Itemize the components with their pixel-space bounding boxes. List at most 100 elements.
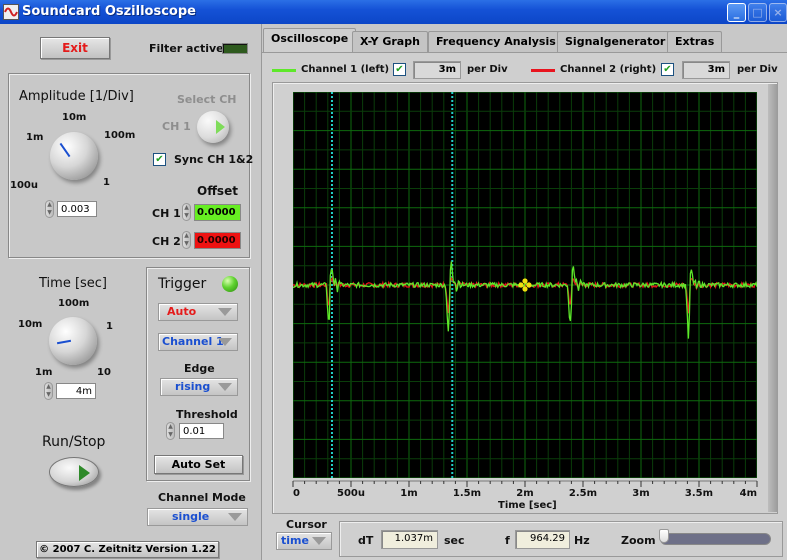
amp-tick-1: 1 — [103, 177, 110, 188]
x-tick-label: 3.5m — [685, 488, 713, 499]
time-title: Time [sec] — [39, 276, 108, 291]
check-icon: ✔ — [663, 64, 672, 75]
check-icon: ✔ — [155, 154, 164, 165]
ch1-per-div-field[interactable]: 3m — [413, 61, 461, 79]
offset-title: Offset — [197, 184, 238, 198]
tab-xy-graph[interactable]: X-Y Graph — [352, 31, 428, 52]
ch2-per-div-label: per Div — [737, 64, 778, 75]
offset-ch2-label: CH 2 — [152, 235, 181, 248]
amplitude-knob[interactable] — [50, 132, 98, 180]
amplitude-title: Amplitude [1/Div] — [19, 89, 134, 104]
amp-tick-100u: 100u — [10, 180, 38, 191]
dt-value-field: 1.037m — [381, 530, 438, 549]
channel-mode-value: single — [172, 510, 210, 523]
tab-frequency-analysis[interactable]: Frequency Analysis — [428, 31, 564, 52]
threshold-label: Threshold — [176, 408, 238, 421]
x-tick-label: 1.5m — [453, 488, 481, 499]
cursor-mode-value: time — [281, 534, 309, 547]
cursor-mode-dropdown[interactable]: time — [276, 532, 332, 550]
ch1-label: Channel 1 (left) — [301, 64, 390, 75]
amplitude-spinner[interactable]: ▲ ▼ — [45, 200, 54, 218]
check-icon: ✔ — [395, 64, 404, 75]
oscilloscope-plot[interactable] — [293, 92, 757, 478]
run-stop-button[interactable] — [49, 457, 99, 487]
edge-value: rising — [175, 380, 211, 393]
f-value-field: 964.29 — [515, 530, 570, 549]
tab-extras[interactable]: Extras — [667, 31, 723, 52]
marker-dot — [522, 286, 528, 292]
x-tick-label: 0 — [293, 488, 300, 499]
cursor-label: Cursor — [286, 518, 327, 531]
offset-ch2-spinner[interactable]: ▲ ▼ — [182, 231, 191, 249]
select-ch-label: Select CH — [177, 93, 237, 106]
dt-label: dT — [358, 534, 374, 547]
app-icon — [3, 4, 19, 20]
close-button[interactable]: × — [769, 3, 787, 22]
f-label: f — [505, 534, 510, 547]
ch2-per-div-field[interactable]: 3m — [682, 61, 730, 79]
ch1-per-div-label: per Div — [467, 64, 508, 75]
threshold-spinner[interactable]: ▲ ▼ — [166, 422, 175, 440]
chevron-down-icon — [312, 537, 326, 545]
trigger-led — [222, 276, 238, 292]
chevron-down-icon — [218, 308, 232, 316]
x-tick-label: 500u — [337, 488, 365, 499]
filter-active-led — [222, 43, 248, 54]
auto-set-button[interactable]: Auto Set — [154, 455, 243, 474]
amp-tick-10m: 10m — [62, 112, 87, 123]
edge-dropdown[interactable]: rising — [160, 378, 238, 396]
offset-ch2-field[interactable]: 0.0000 — [194, 232, 241, 249]
copyright-label: © 2007 C. Zeitnitz Version 1.22 — [36, 541, 219, 558]
trigger-title: Trigger — [158, 276, 207, 292]
channel-mode-dropdown[interactable]: single — [147, 508, 248, 526]
zoom-slider-track[interactable] — [660, 533, 771, 545]
play-icon — [216, 120, 225, 134]
chevron-down-icon — [218, 338, 232, 346]
time-tick-1: 1 — [106, 321, 113, 332]
channel-mode-label: Channel Mode — [158, 491, 246, 504]
graph-frame-edge — [768, 84, 778, 512]
maximize-icon: □ — [752, 6, 763, 19]
tab-oscilloscope[interactable]: Oscilloscope — [263, 28, 357, 52]
maximize-button[interactable]: □ — [748, 3, 767, 22]
minimize-icon: _ — [733, 6, 740, 19]
select-ch-button[interactable] — [197, 111, 229, 143]
select-ch-current: CH 1 — [162, 120, 191, 133]
edge-label: Edge — [184, 362, 215, 375]
time-spinner[interactable]: ▲ ▼ — [44, 382, 53, 400]
time-tick-1m: 1m — [35, 367, 53, 378]
amplitude-value-field[interactable]: 0.003 — [57, 201, 97, 217]
time-tick-10m: 10m — [18, 319, 43, 330]
trigger-mode-dropdown[interactable]: Auto — [158, 303, 238, 321]
x-tick-label: 3m — [632, 488, 649, 499]
time-value-field[interactable]: 4m — [56, 383, 96, 399]
time-knob[interactable] — [49, 317, 97, 365]
marker-dot — [522, 278, 528, 284]
ch1-legend-line — [272, 69, 296, 72]
marker-dot — [518, 282, 524, 288]
x-tick-label: 1m — [400, 488, 417, 499]
sync-checkbox[interactable]: ✔ — [153, 153, 166, 166]
ch2-legend-line — [531, 69, 555, 72]
amp-tick-100m: 100m — [104, 130, 136, 141]
run-stop-label: Run/Stop — [42, 434, 106, 450]
exit-button[interactable]: Exit — [40, 37, 110, 59]
offset-ch1-spinner[interactable]: ▲ ▼ — [182, 203, 191, 221]
threshold-field[interactable]: 0.01 — [179, 423, 224, 439]
chevron-down-icon — [218, 383, 232, 391]
ch1-checkbox[interactable]: ✔ — [393, 63, 406, 76]
offset-ch1-field[interactable]: 0.0000 — [194, 204, 241, 221]
ch2-checkbox[interactable]: ✔ — [661, 63, 674, 76]
zoom-slider-handle[interactable] — [659, 529, 669, 543]
tab-signalgenerator[interactable]: Signalgenerator — [557, 31, 674, 52]
knob-pointer — [59, 142, 71, 158]
minimize-button[interactable]: _ — [727, 3, 746, 22]
trigger-source-value: Channel 1 — [162, 335, 224, 348]
play-icon — [79, 465, 90, 481]
x-tick-label: 2m — [516, 488, 533, 499]
x-tick-label: 2.5m — [569, 488, 597, 499]
f-unit: Hz — [574, 534, 590, 547]
trigger-mode-value: Auto — [167, 305, 197, 318]
marker-dot — [526, 282, 532, 288]
trigger-source-dropdown[interactable]: Channel 1 — [158, 333, 238, 351]
